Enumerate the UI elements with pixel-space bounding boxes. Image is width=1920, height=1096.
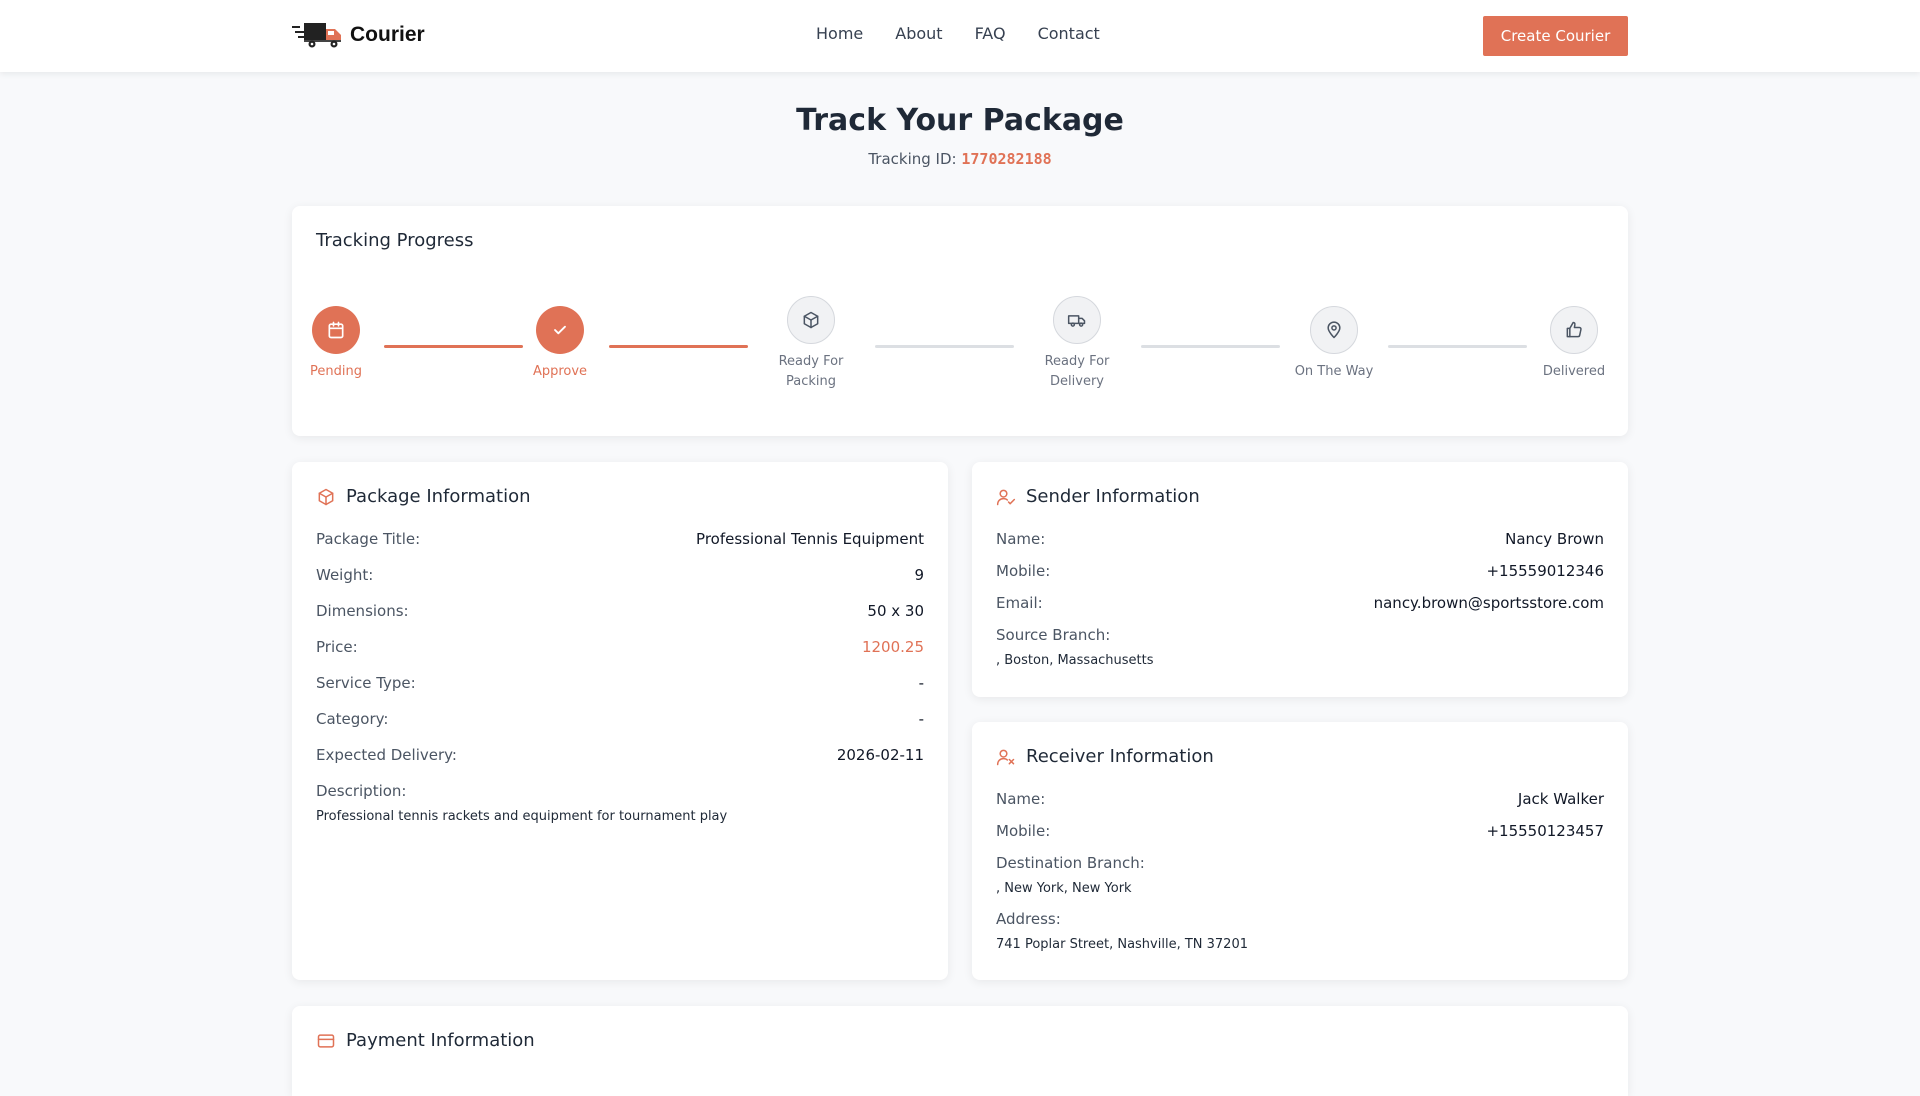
info-value: 50 x 30 — [867, 602, 924, 620]
nav-home-link[interactable]: Home — [816, 24, 863, 43]
info-label: Name: — [996, 790, 1046, 808]
nav-contact-link[interactable]: Contact — [1038, 24, 1100, 43]
info-row: Expected Delivery: 2026-02-11 — [316, 746, 924, 764]
price-value: 1200.25 — [861, 638, 924, 656]
tracking-id-value: 1770282188 — [961, 150, 1052, 168]
user-x-icon — [996, 747, 1016, 767]
step-label: Pending — [310, 364, 362, 379]
info-value: 9 — [914, 566, 924, 584]
thumbs-up-icon — [1550, 306, 1598, 354]
step-label: Ready For — [778, 354, 844, 369]
info-label: Price: — [316, 638, 358, 656]
tracking-progress-card: Tracking Progress Pending Approve Ready … — [292, 206, 1628, 436]
info-value: - — [918, 674, 924, 692]
step-label: Delivery — [1050, 374, 1104, 389]
page-title: Track Your Package — [796, 103, 1124, 138]
info-row: Package Title: Professional Tennis Equip… — [316, 530, 924, 548]
receiver-information-title: Receiver Information — [1026, 746, 1214, 767]
logo[interactable]: Courier — [292, 20, 425, 50]
source-branch-value: , Boston, Massachusetts — [996, 653, 1154, 668]
progress-step-on-the-way: On The Way — [1284, 306, 1384, 382]
progress-step-ready-for-delivery: Ready For Delivery — [1027, 296, 1127, 392]
info-label: Expected Delivery: — [316, 746, 457, 764]
info-row: Email: nancy.brown@sportsstore.com — [996, 594, 1604, 612]
top-navbar: Courier Home About FAQ Contact Create Co… — [0, 0, 1920, 72]
info-row: Dimensions: 50 x 30 — [316, 602, 924, 620]
description-label: Description: — [316, 782, 407, 800]
receiver-information-card: Receiver Information Name: Jack Walker M… — [972, 722, 1628, 980]
tracking-id-line: Tracking ID: 1770282188 — [0, 150, 1920, 168]
create-courier-button[interactable]: Create Courier — [1483, 16, 1628, 56]
payment-information-card: Payment Information — [292, 1006, 1628, 1096]
info-value: - — [918, 710, 924, 728]
info-row: Service Type: - — [316, 674, 924, 692]
info-value: Professional Tennis Equipment — [696, 530, 924, 548]
info-label: Name: — [996, 530, 1046, 548]
box-icon — [787, 296, 835, 344]
info-value: Jack Walker — [1517, 790, 1604, 808]
info-value: +15550123457 — [1486, 822, 1604, 840]
destination-branch-value: , New York, New York — [996, 881, 1132, 896]
progress-connector-3 — [875, 345, 1014, 348]
check-icon — [536, 306, 584, 354]
step-label: Packing — [785, 374, 836, 389]
info-row: Weight: 9 — [316, 566, 924, 584]
info-row: Mobile: +15559012346 — [996, 562, 1604, 580]
calendar-icon — [312, 306, 360, 354]
info-label: Package Title: — [316, 530, 421, 548]
progress-step-ready-for-packing: Ready For Packing — [761, 296, 861, 392]
progress-step-approve: Approve — [520, 306, 600, 382]
info-label: Dimensions: — [316, 602, 409, 620]
progress-step-delivered: Delivered — [1534, 306, 1614, 382]
info-row: Category: - — [316, 710, 924, 728]
step-label: Delivered — [1542, 364, 1606, 379]
nav-about-link[interactable]: About — [895, 24, 942, 43]
package-information-card: Package Information Package Title: Profe… — [292, 462, 948, 980]
sender-information-card: Sender Information Name: Nancy Brown Mob… — [972, 462, 1628, 697]
package-icon — [316, 487, 336, 507]
info-label: Weight: — [316, 566, 374, 584]
info-value: 2026-02-11 — [836, 746, 924, 764]
address-label: Address: — [996, 910, 1061, 928]
progress-step-pending: Pending — [296, 306, 376, 382]
step-label: Approve — [532, 364, 588, 379]
step-label: On The Way — [1294, 364, 1374, 379]
info-row: Mobile: +15550123457 — [996, 822, 1604, 840]
source-branch-label: Source Branch: — [996, 626, 1111, 644]
info-label: Category: — [316, 710, 389, 728]
credit-card-icon — [316, 1031, 336, 1051]
info-row: Price: 1200.25 — [316, 638, 924, 656]
tracking-progress-title: Tracking Progress — [316, 230, 474, 251]
progress-connector-5 — [1388, 345, 1527, 348]
truck-icon — [1053, 296, 1101, 344]
destination-branch-label: Destination Branch: — [996, 854, 1145, 872]
info-label: Mobile: — [996, 562, 1051, 580]
description-value: Professional tennis rackets and equipmen… — [316, 809, 728, 824]
package-information-title: Package Information — [346, 486, 531, 507]
info-label: Service Type: — [316, 674, 416, 692]
info-value: nancy.brown@sportsstore.com — [1373, 594, 1604, 612]
address-value: 741 Poplar Street, Nashville, TN 37201 — [996, 937, 1248, 952]
info-row: Name: Jack Walker — [996, 790, 1604, 808]
info-value: Nancy Brown — [1505, 530, 1604, 548]
logo-text: Courier — [350, 23, 425, 46]
map-pin-icon — [1310, 306, 1358, 354]
step-label: Ready For — [1044, 354, 1110, 369]
sender-information-title: Sender Information — [1026, 486, 1200, 507]
progress-connector-2 — [609, 345, 748, 348]
payment-information-title: Payment Information — [346, 1030, 535, 1051]
main-nav: Home About FAQ Contact — [816, 24, 1100, 43]
user-check-icon — [996, 487, 1016, 507]
info-row: Name: Nancy Brown — [996, 530, 1604, 548]
progress-connector-1 — [384, 345, 523, 348]
info-value: +15559012346 — [1486, 562, 1604, 580]
info-label: Mobile: — [996, 822, 1051, 840]
nav-faq-link[interactable]: FAQ — [975, 24, 1006, 43]
info-label: Email: — [996, 594, 1043, 612]
delivery-truck-logo-icon — [292, 21, 346, 49]
progress-connector-4 — [1141, 345, 1280, 348]
tracking-id-label: Tracking ID: — [868, 150, 957, 168]
